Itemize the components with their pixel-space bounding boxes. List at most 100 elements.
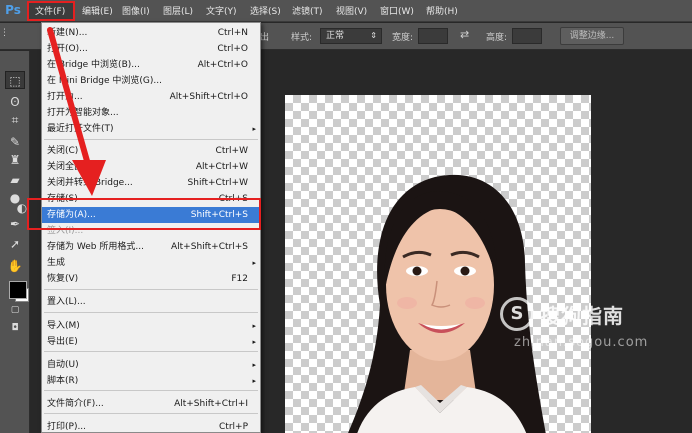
feather-label-partial: 出 [260, 33, 270, 43]
menu-4[interactable]: 文字(Y) [206, 4, 237, 20]
menu-item-label: 打印(P)... [47, 422, 87, 432]
file-menu-item[interactable]: 置入(L)... [42, 294, 260, 310]
width-field[interactable] [418, 28, 448, 44]
dropdown-icon: ⇕ [370, 31, 377, 40]
file-menu-item[interactable]: 在 Bridge 中浏览(B)... Alt+Ctrl+O [42, 57, 260, 73]
file-menu-item[interactable]: 恢复(V) F12 [42, 271, 260, 287]
menu-item-label: 关闭并转到 Bridge... [47, 178, 133, 188]
file-menu-item[interactable]: 在 Mini Bridge 中浏览(G)... [42, 73, 260, 89]
menu-item-shortcut: Alt+Ctrl+O [197, 60, 248, 70]
submenu-arrow-icon: ▸ [252, 259, 256, 267]
menu-item-label: 新建(N)... [47, 28, 88, 38]
crop-icon[interactable]: ⌗ [5, 111, 25, 129]
submenu-arrow-icon: ▸ [252, 125, 256, 133]
file-menu-item[interactable]: 打开为智能对象... [42, 105, 260, 121]
file-menu-item[interactable]: 存储为(A)... Shift+Ctrl+S [42, 207, 260, 223]
file-menu-item[interactable]: 打印(P)... Ctrl+P [42, 419, 260, 432]
style-label: 样式: [291, 33, 313, 43]
hand-icon[interactable]: ✋ [5, 257, 25, 275]
file-menu-item[interactable]: 导出(E) ▸ [42, 334, 260, 350]
file-menu-item[interactable]: 关闭(C) Ctrl+W [42, 143, 260, 159]
screen-mode-icon[interactable]: ◘ [5, 319, 25, 337]
menu-separator [44, 289, 258, 290]
file-menu-item[interactable]: 导入(M) ▸ [42, 318, 260, 334]
menu-item-label: 导入(M) [47, 321, 80, 331]
submenu-arrow-icon: ▸ [252, 322, 256, 330]
menu-item-label: 最近打开文件(T) [47, 124, 114, 134]
menu-item-label: 打开(O)... [47, 44, 88, 54]
file-menu-item[interactable]: 打开(O)... Ctrl+O [42, 41, 260, 57]
path-select-icon[interactable]: ➚ [5, 235, 25, 253]
menu-8[interactable]: 窗口(W) [380, 4, 414, 20]
swap-dimensions-icon[interactable]: ⇄ [460, 28, 469, 41]
menu-item-label: 自动(U) [47, 360, 79, 370]
lasso-icon[interactable]: ʘ [5, 93, 25, 111]
menu-item-shortcut: Alt+Shift+Ctrl+O [169, 92, 248, 102]
watermark-domain: zhinan.sogou.com [514, 335, 649, 350]
watermark-brand: 搜狗指南 [540, 304, 624, 328]
file-menu-item[interactable]: 关闭全部 Alt+Ctrl+W [42, 159, 260, 175]
menu-6[interactable]: 滤镜(T) [292, 4, 323, 20]
foreground-color-swatch[interactable] [9, 281, 27, 299]
style-select[interactable]: 正常 ⇕ [320, 28, 382, 44]
menu-item-label: 在 Bridge 中浏览(B)... [47, 60, 140, 70]
eyedropper-icon[interactable]: ✎ [5, 133, 25, 151]
file-menu-item[interactable]: 文件简介(F)... Alt+Shift+Ctrl+I [42, 396, 260, 412]
quick-mask-icon[interactable]: ▢ [5, 301, 25, 319]
file-menu-item[interactable]: 脚本(R) ▸ [42, 373, 260, 389]
file-menu-item[interactable]: 最近打开文件(T) ▸ [42, 121, 260, 137]
file-menu-item[interactable]: 新建(N)... Ctrl+N [42, 25, 260, 41]
menu-item-label: 导出(E) [47, 337, 78, 347]
marquee-icon[interactable]: ⬚ [5, 71, 25, 89]
file-menu-item[interactable]: 打开为... Alt+Shift+Ctrl+O [42, 89, 260, 105]
file-menu-item[interactable]: 存储(S) Ctrl+S [42, 191, 260, 207]
stamp-icon[interactable]: ♜ [5, 151, 25, 169]
menu-item-label: 存储(S) [47, 194, 78, 204]
file-menu-dropdown: 新建(N)... Ctrl+N 打开(O)... Ctrl+O 在 Bridge 中浏览… [41, 22, 261, 433]
file-menu-item[interactable]: 生成 ▸ [42, 255, 260, 271]
menu-item-shortcut: Shift+Ctrl+W [187, 178, 248, 188]
portrait-photo [348, 174, 546, 433]
menu-9[interactable]: 帮助(H) [426, 4, 458, 20]
menu-item-shortcut: Ctrl+N [217, 28, 248, 38]
menu-bar: Ps 文件(F) 编辑(E) 图像(I) 图层(L) 文字(Y) 选择(S) 滤镜(T) 视图… [0, 0, 692, 22]
refine-edge-button[interactable]: 调整边缘... [560, 27, 624, 45]
height-field[interactable] [512, 28, 542, 44]
menu-item-label: 生成 [47, 258, 66, 268]
file-menu-item[interactable]: 存储为 Web 所用格式... Alt+Shift+Ctrl+S [42, 239, 260, 255]
photoshop-logo: Ps [5, 3, 21, 17]
style-select-value: 正常 [326, 31, 345, 41]
menu-item-shortcut: Ctrl+O [217, 44, 248, 54]
menu-item-shortcut: Shift+Ctrl+S [190, 210, 248, 220]
tools-panel: ⬚ ʘ ⌗ ✎ ♜ ▰ ● ◐ ✒ ➚ ✋ ▢ ◘ [0, 51, 30, 433]
document-canvas[interactable] [285, 95, 591, 433]
menu-5[interactable]: 选择(S) [250, 4, 281, 20]
width-label: 宽度: [392, 33, 414, 43]
menu-item-shortcut: Ctrl+W [215, 146, 248, 156]
menu-1[interactable]: 编辑(E) [82, 4, 113, 20]
menu-0[interactable]: 文件(F) [35, 4, 65, 20]
menu-separator [44, 351, 258, 352]
menu-3[interactable]: 图层(L) [163, 4, 193, 20]
menu-item-shortcut: F12 [231, 274, 248, 284]
menu-item-shortcut: Ctrl+P [219, 422, 248, 432]
height-label: 高度: [486, 33, 508, 43]
file-menu-item: 签入(I)... [42, 223, 260, 239]
menu-7[interactable]: 视图(V) [336, 4, 367, 20]
submenu-arrow-icon: ▸ [252, 377, 256, 385]
menu-item-label: 关闭全部 [47, 162, 84, 172]
menu-item-label: 存储为 Web 所用格式... [47, 242, 144, 252]
menu-item-shortcut: Ctrl+S [218, 194, 248, 204]
menu-item-label: 恢复(V) [47, 274, 79, 284]
file-menu-item[interactable]: 关闭并转到 Bridge... Shift+Ctrl+W [42, 175, 260, 191]
menu-item-label: 在 Mini Bridge 中浏览(G)... [47, 76, 162, 86]
sogou-logo-icon: S [500, 297, 534, 331]
menu-item-label: 签入(I)... [47, 226, 84, 236]
pen-icon[interactable]: ✒ [5, 215, 25, 233]
submenu-arrow-icon: ▸ [252, 361, 256, 369]
menu-item-shortcut: Alt+Shift+Ctrl+S [171, 242, 248, 252]
menu-separator [44, 139, 258, 140]
file-menu-item[interactable]: 自动(U) ▸ [42, 357, 260, 373]
eraser-icon[interactable]: ▰ [5, 171, 25, 189]
menu-2[interactable]: 图像(I) [122, 4, 150, 20]
